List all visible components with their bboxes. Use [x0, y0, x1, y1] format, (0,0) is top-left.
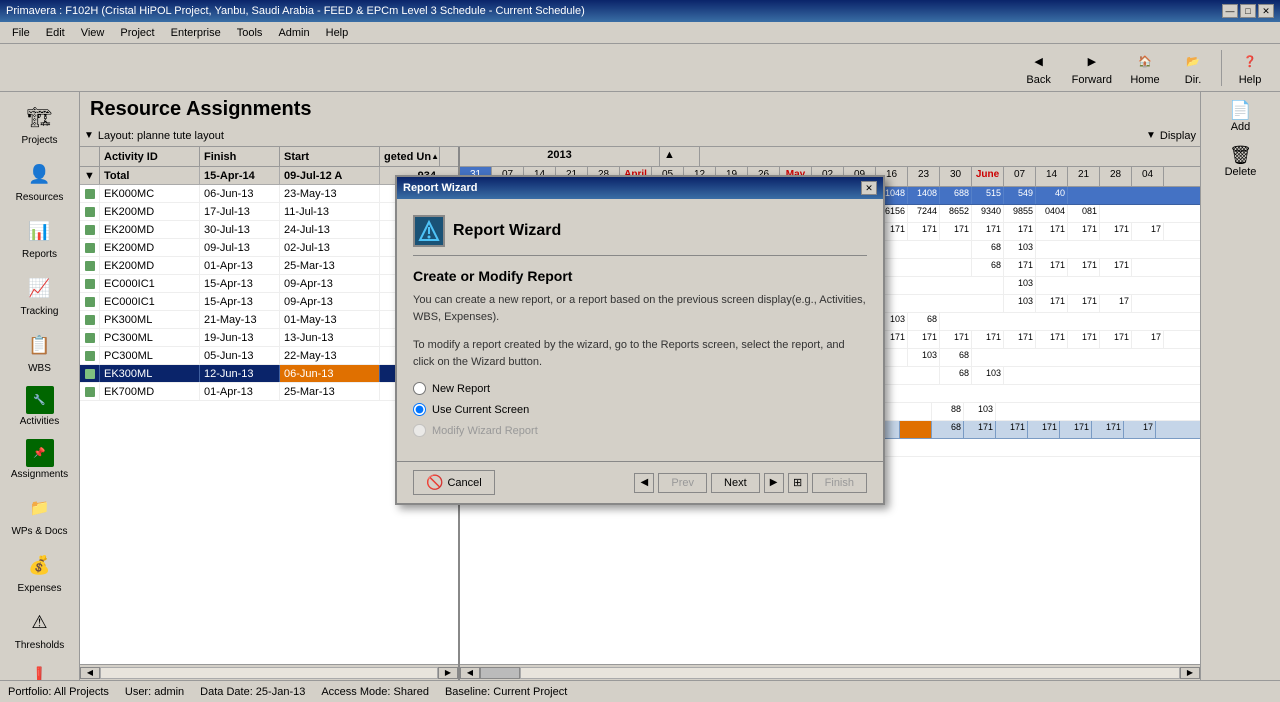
prev-arrow[interactable]: ◀: [634, 473, 654, 493]
next-button[interactable]: Next: [711, 473, 760, 493]
radio-modify-wizard: Modify Wizard Report: [413, 424, 867, 437]
prev-label: Prev: [671, 477, 694, 489]
next-label: Next: [724, 477, 747, 489]
radio-use-current-label: Use Current Screen: [432, 404, 529, 416]
wizard-icon: [413, 215, 445, 247]
finish-button[interactable]: Finish: [812, 473, 867, 493]
dialog-content: Report Wizard Create or Modify Report Yo…: [397, 199, 883, 461]
status-bar: Portfolio: All Projects User: admin Data…: [0, 680, 1280, 702]
dialog-buttons: 🚫 Cancel ◀ Prev Next ▶ ⊞ Finish: [397, 461, 883, 503]
radio-use-current-input[interactable]: [413, 403, 426, 416]
cancel-icon: 🚫: [426, 474, 443, 491]
cancel-button[interactable]: 🚫 Cancel: [413, 470, 495, 495]
finish-label: Finish: [825, 477, 854, 489]
status-access-mode: Access Mode: Shared: [321, 686, 429, 698]
grid-icon-btn[interactable]: ⊞: [788, 473, 808, 493]
radio-new-report-label: New Report: [432, 383, 490, 395]
wizard-desc-1: You can create a new report, or a report…: [413, 292, 867, 325]
cancel-label: Cancel: [447, 477, 481, 489]
dialog-overlay: Report Wizard ✕ Report Wizard Create or …: [0, 0, 1280, 680]
nav-buttons: ◀ Prev Next ▶ ⊞ Finish: [634, 473, 867, 493]
wizard-header: Report Wizard: [413, 215, 867, 256]
radio-modify-wizard-label: Modify Wizard Report: [432, 425, 538, 437]
wizard-desc-2: To modify a report created by the wizard…: [413, 337, 867, 370]
wizard-subtitle: Create or Modify Report: [413, 268, 867, 284]
wizard-title: Report Wizard: [453, 222, 561, 240]
radio-new-report-input[interactable]: [413, 382, 426, 395]
prev-button[interactable]: Prev: [658, 473, 707, 493]
status-data-date: Data Date: 25-Jan-13: [200, 686, 305, 698]
status-portfolio: Portfolio: All Projects: [8, 686, 109, 698]
dialog-titlebar: Report Wizard ✕: [397, 177, 883, 199]
dialog-title: Report Wizard: [403, 182, 477, 194]
radio-new-report[interactable]: New Report: [413, 382, 867, 395]
report-wizard-dialog: Report Wizard ✕ Report Wizard Create or …: [395, 175, 885, 505]
next-arrow[interactable]: ▶: [764, 473, 784, 493]
dialog-close-button[interactable]: ✕: [861, 181, 877, 195]
radio-modify-wizard-input[interactable]: [413, 424, 426, 437]
status-baseline: Baseline: Current Project: [445, 686, 567, 698]
status-user: User: admin: [125, 686, 184, 698]
radio-use-current[interactable]: Use Current Screen: [413, 403, 867, 416]
